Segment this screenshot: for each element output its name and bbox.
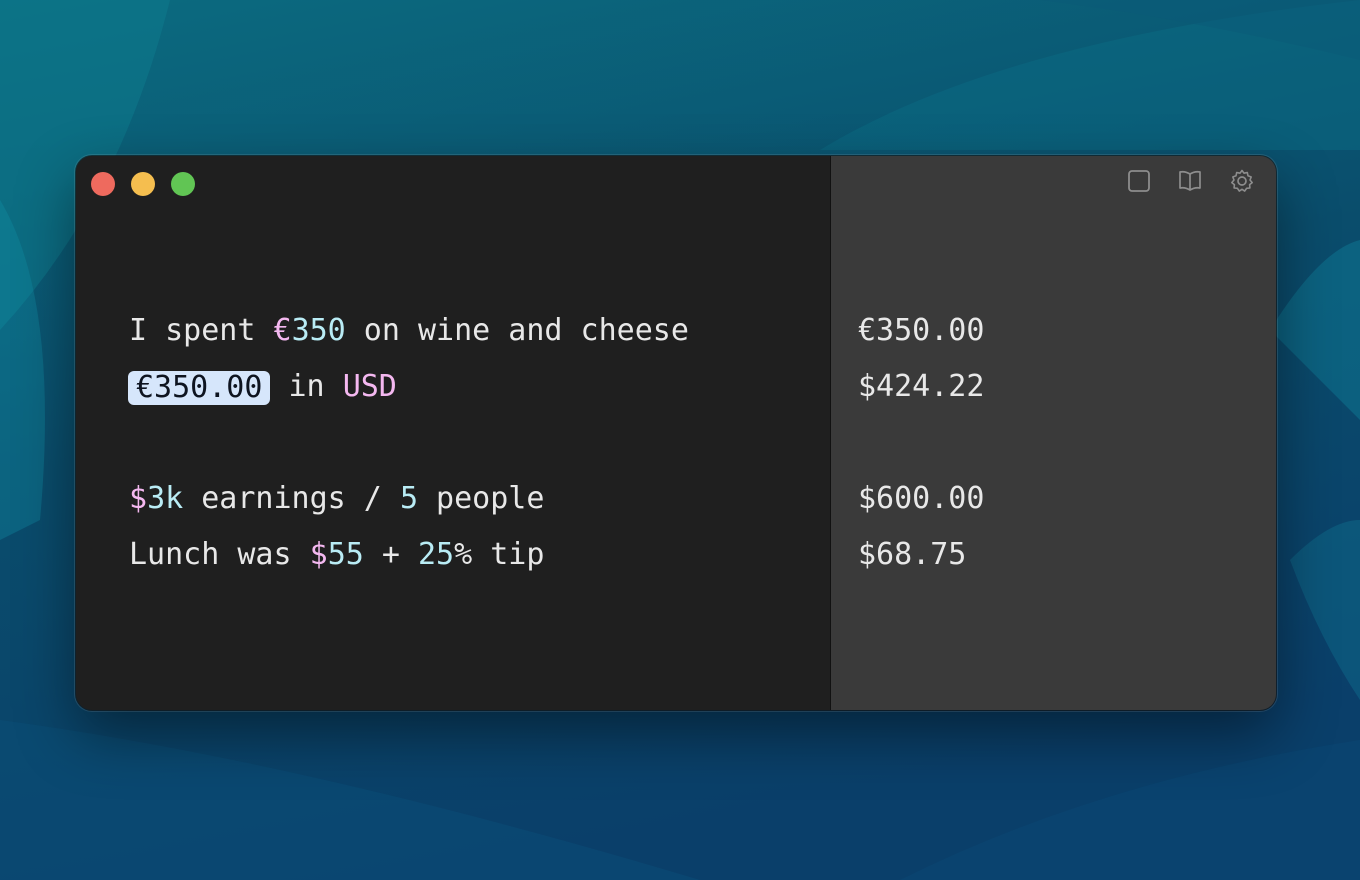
settings-button[interactable] [1228, 167, 1256, 195]
book-icon [1179, 170, 1201, 191]
unit-token: $ [309, 537, 328, 572]
editor-pane[interactable]: I spent €350 on wine and cheese €350.00 … [76, 156, 830, 710]
editor-line-1[interactable]: I spent €350 on wine and cheese [129, 311, 689, 351]
app-window: I spent €350 on wine and cheese €350.00 … [76, 156, 1276, 710]
close-button[interactable] [91, 172, 115, 196]
editor-text: earnings / [183, 481, 400, 516]
result-line-4[interactable]: $68.75 [858, 535, 966, 575]
number-token: 350 [291, 313, 346, 348]
docs-button[interactable] [1176, 167, 1204, 195]
editor-text: people [418, 481, 545, 516]
zoom-button[interactable] [171, 172, 195, 196]
editor-text: in [270, 369, 343, 404]
editor-line-2[interactable]: €350.00 in USD [128, 367, 397, 407]
editor-text: Lunch was [129, 537, 310, 572]
editor-text: % tip [454, 537, 545, 572]
unit-token: USD [342, 369, 397, 404]
gear-icon [1231, 169, 1253, 192]
editor-line-3[interactable]: $3k earnings / 5 people [129, 479, 544, 519]
sidebar-icon [1128, 170, 1150, 192]
result-line-3[interactable]: $600.00 [858, 479, 984, 519]
sidebar-toggle-button[interactable] [1125, 167, 1153, 195]
editor-text: + [363, 537, 418, 572]
editor-text: on wine and cheese [345, 313, 689, 348]
editor-line-4[interactable]: Lunch was $55 + 25% tip [129, 535, 544, 575]
selected-value-chip: €350.00 [128, 370, 271, 405]
result-line-2[interactable]: $424.22 [858, 367, 984, 407]
results-pane: €350.00 $424.22 $600.00 $68.75 [830, 156, 1276, 710]
number-token: 5 [399, 481, 418, 516]
minimize-button[interactable] [131, 172, 155, 196]
result-line-1[interactable]: €350.00 [858, 311, 984, 351]
number-token: 25 [418, 537, 455, 572]
editor-text: I spent [129, 313, 274, 348]
unit-token: € [273, 313, 292, 348]
number-token: 3k [147, 481, 184, 516]
number-token: 55 [327, 537, 364, 572]
unit-token: $ [129, 481, 148, 516]
